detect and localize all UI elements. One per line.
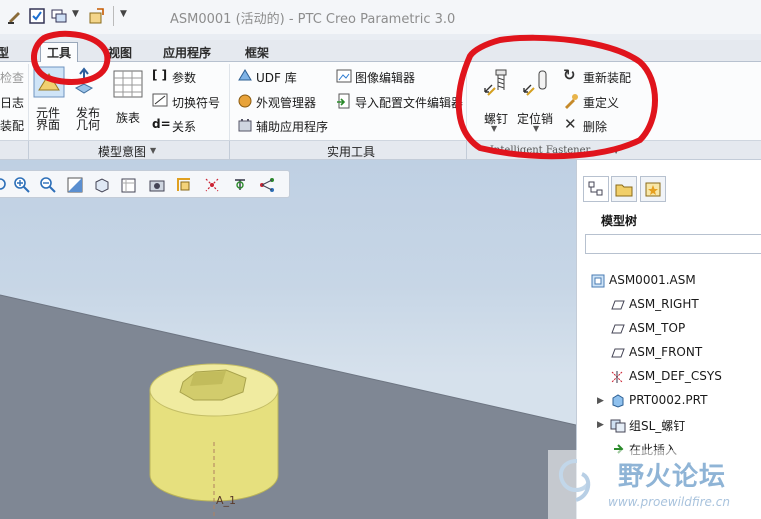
highlight-circle-tools-tab (31, 30, 111, 85)
annotation-overlay (31, 30, 658, 160)
highlight-circle-fastener (455, 34, 658, 160)
